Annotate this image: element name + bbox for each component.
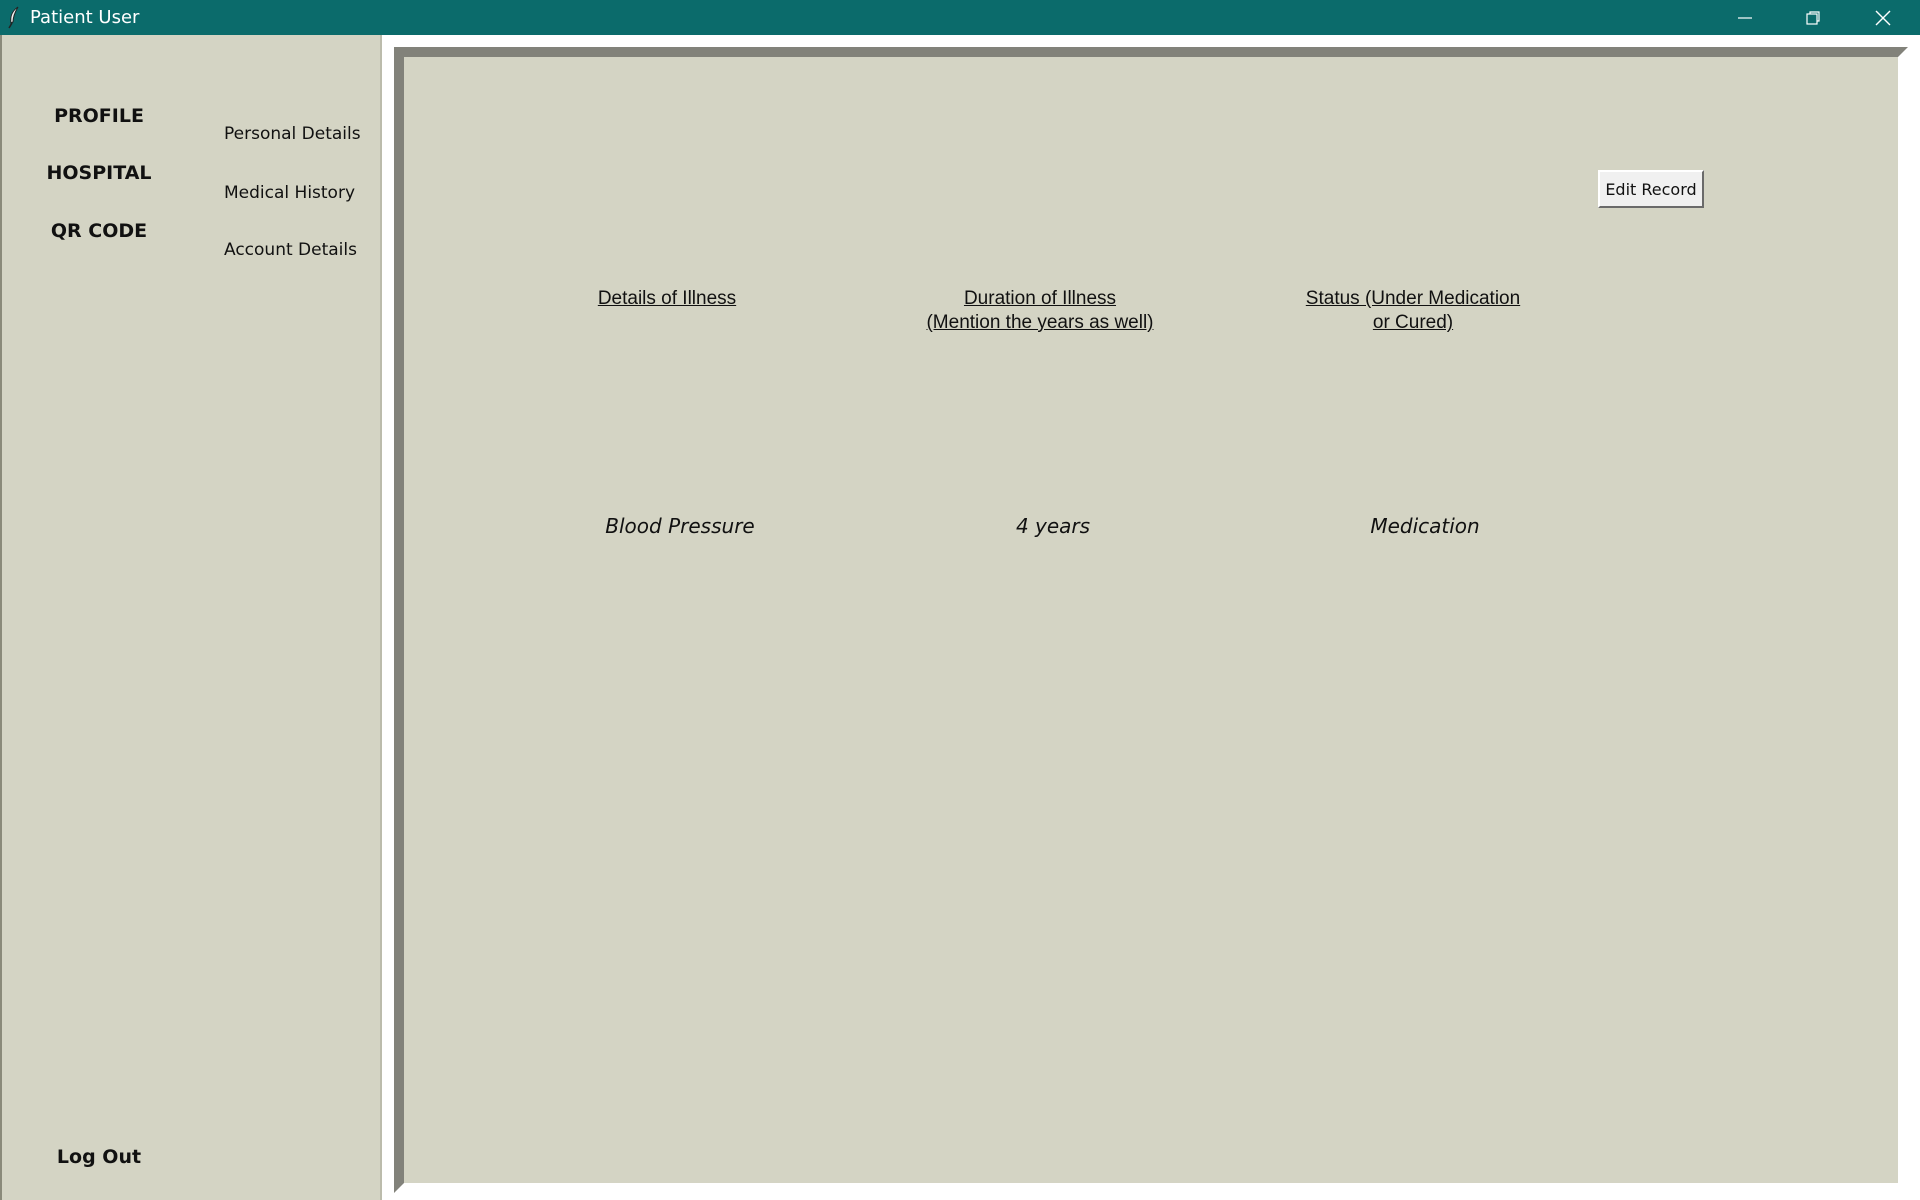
header-duration-of-illness: Duration of Illness (Mention the years a… [926,288,1154,333]
cell-illness-details: Blood Pressure [605,514,755,538]
nav-qr-code[interactable]: QR CODE [19,220,179,242]
nav-account-details[interactable]: Account Details [224,240,357,260]
restore-icon[interactable] [1778,0,1848,35]
minimize-icon[interactable] [1710,0,1780,35]
app-window: Patient User PROFILE HOSPITAL QR CODE Pe… [0,0,1920,1200]
window-title: Patient User [30,7,140,28]
header-details-of-illness: Details of Illness [597,288,737,309]
logout-button[interactable]: Log Out [19,1146,179,1168]
nav-profile[interactable]: PROFILE [19,105,179,127]
cell-illness-duration: 4 years [1015,514,1091,538]
nav-personal-details[interactable]: Personal Details [224,124,361,144]
nav-medical-history[interactable]: Medical History [224,183,355,203]
sidebar: PROFILE HOSPITAL QR CODE Personal Detail… [0,35,382,1200]
medical-history-panel [394,47,1908,1193]
edit-record-button[interactable]: Edit Record [1598,170,1704,208]
header-status: Status (Under Medication or Cured) [1305,288,1521,333]
title-bar[interactable]: Patient User [0,0,1920,35]
close-icon[interactable] [1848,0,1918,35]
cell-illness-status: Medication [1370,514,1480,538]
nav-hospital[interactable]: HOSPITAL [19,162,179,184]
feather-icon [6,5,22,29]
